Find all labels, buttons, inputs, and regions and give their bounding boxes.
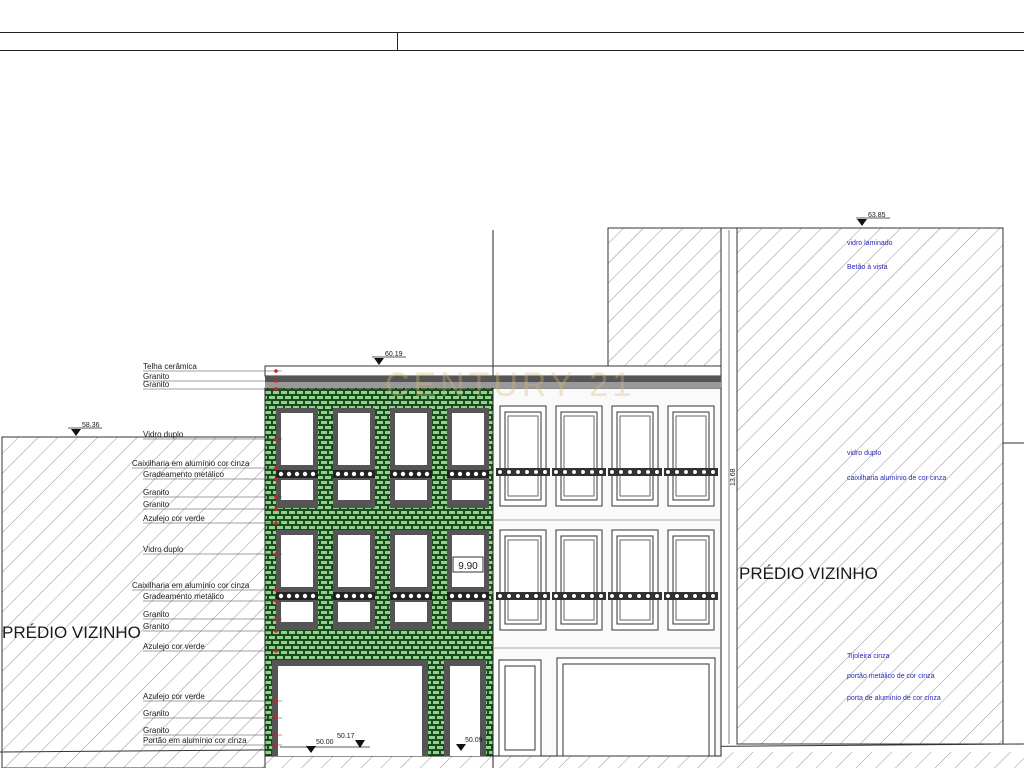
- window-second-f2-1: [496, 529, 550, 631]
- material-label-left: Granito: [143, 500, 170, 509]
- elevation-left-top: 58.36: [82, 422, 100, 429]
- elevation-marker-right: 63.85: [856, 212, 890, 226]
- material-label-left: Gradeamento metálico: [143, 592, 224, 601]
- neighbor-label-right: PRÉDIO VIZINHO: [739, 564, 878, 583]
- window-main-f2-1: [276, 530, 318, 630]
- material-label-left: Caixilharia em alumínio cor cinza: [132, 459, 250, 468]
- dimension-building-height-text: 9.90: [458, 561, 478, 572]
- window-main-f2-2: [333, 530, 375, 630]
- material-label-right: vidro laminado: [847, 240, 893, 247]
- garage-door-main: [272, 660, 428, 756]
- window-second-f1-2: [552, 405, 606, 507]
- material-label-left: Granito: [143, 622, 170, 631]
- material-label-right: porta de alumínio de cor cinza: [847, 695, 941, 702]
- material-label-right: Tijoleira cinza: [847, 653, 890, 660]
- elevation-building-top: 60.19: [385, 351, 403, 358]
- dimension-building-height: 9.90: [452, 556, 484, 573]
- window-main-f1-3: [390, 408, 432, 508]
- material-label-left: Azulejo cor verde: [143, 692, 205, 701]
- elevation-ground: 50.00: [316, 739, 334, 746]
- elevation-drawing: CENTURY 21 58.36 60.19 63.85 50.17 50.00…: [0, 212, 1024, 768]
- elevation-street-left: 50.17: [337, 733, 355, 740]
- window-main-f1-1: [276, 408, 318, 508]
- elevation-street-right: 50.09: [465, 737, 483, 744]
- material-label-right: caixilharia alumínio de cor cinza: [847, 475, 946, 482]
- material-label-left: Azulejo cor verde: [143, 514, 205, 523]
- material-label-left: Granito: [143, 380, 170, 389]
- dimension-neighbor-height-text: 13.68: [730, 468, 737, 486]
- window-main-f2-3: [390, 530, 432, 630]
- material-label-right: portão metálico de cor cinza: [847, 673, 935, 680]
- elevation-marker-left: 58.36: [68, 422, 102, 436]
- material-label-left: Granito: [143, 610, 170, 619]
- window-second-f2-4: [664, 529, 718, 631]
- window-main-f2-4: [447, 530, 489, 630]
- window-second-f1-3: [608, 405, 662, 507]
- material-label-left: Gradeamento metálico: [143, 470, 224, 479]
- neighbor-label-left: PRÉDIO VIZINHO: [2, 623, 141, 642]
- material-label-right: vidro duplo: [847, 450, 881, 457]
- material-label-left: Caixilharia em alumínio cor cinza: [132, 581, 250, 590]
- material-label-left: Portão em alumínio cor cinza: [143, 736, 247, 745]
- window-second-f2-3: [608, 529, 662, 631]
- window-main-f1-4: [447, 408, 489, 508]
- window-second-f1-1: [496, 405, 550, 507]
- material-label-right: Betão à vista: [847, 264, 888, 271]
- material-label-left: Azulejo cor verde: [143, 642, 205, 651]
- left-neighbor-building: [1, 436, 266, 768]
- watermark-text: CENTURY 21: [385, 366, 635, 404]
- material-label-left: Vidro duplo: [143, 430, 184, 439]
- material-label-left: Telha cerâmica: [143, 362, 197, 371]
- dimension-neighbor-height: 13.68: [728, 230, 737, 744]
- material-label-left: Vidro duplo: [143, 545, 184, 554]
- garage-door-second: [556, 657, 716, 757]
- window-second-f2-2: [552, 529, 606, 631]
- material-label-left: Granito: [143, 488, 170, 497]
- window-second-f1-4: [664, 405, 718, 507]
- material-label-left: Granito: [143, 726, 170, 735]
- window-main-f1-2: [333, 408, 375, 508]
- material-label-left: Granito: [143, 709, 170, 718]
- elevation-marker-building: 60.19: [372, 351, 406, 365]
- elevation-right-top: 63.85: [868, 212, 886, 219]
- door-second-left: [498, 659, 542, 757]
